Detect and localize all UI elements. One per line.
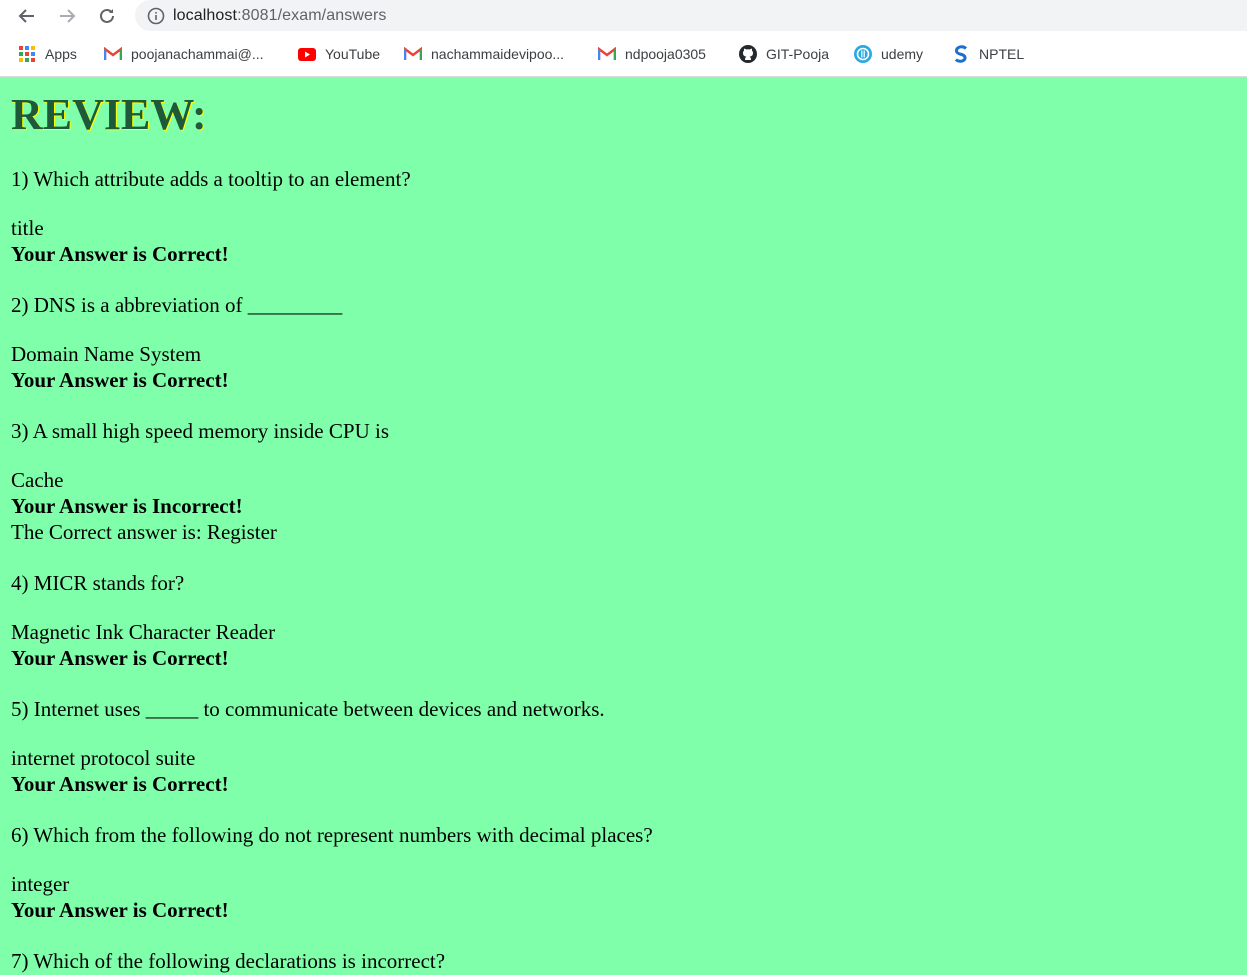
verdict-text: Your Answer is Correct! [11, 368, 229, 392]
forward-button[interactable] [55, 4, 79, 28]
bookmark-nptel[interactable]: NPTEL [952, 45, 1032, 63]
url-host: localhost [173, 6, 238, 24]
bookmark-label: Apps [45, 46, 77, 62]
review-item-2: 2) DNS is a abbreviation of _________ Do… [11, 293, 1236, 393]
apps-grid-icon [18, 45, 36, 63]
verdict-text: Your Answer is Correct! [11, 646, 229, 670]
bookmark-youtube[interactable]: YouTube [298, 45, 404, 63]
reload-button[interactable] [95, 4, 119, 28]
bookmark-label: YouTube [325, 46, 381, 62]
review-item-1: 1) Which attribute adds a tooltip to an … [11, 167, 1236, 267]
review-item-5: 5) Internet uses _____ to communicate be… [11, 697, 1236, 797]
question-text: 3) A small high speed memory inside CPU … [11, 419, 389, 443]
verdict-text: Your Answer is Incorrect! [11, 494, 243, 518]
gmail-icon [404, 45, 422, 63]
question-text: 1) Which attribute adds a tooltip to an … [11, 167, 411, 191]
arrow-left-icon [18, 9, 34, 23]
verdict-text: Your Answer is Correct! [11, 898, 229, 922]
url-path: :8081/exam/answers [237, 6, 387, 24]
user-answer: title [11, 216, 44, 240]
back-button[interactable] [15, 4, 39, 28]
question-text: 7) Which of the following declarations i… [11, 949, 446, 973]
arrow-right-icon [60, 9, 76, 23]
udemy-icon [854, 45, 872, 63]
bookmark-gmail-2[interactable]: nachammaidevipoo... [404, 45, 598, 63]
gmail-icon [104, 45, 122, 63]
user-answer: internet protocol suite [11, 746, 196, 770]
user-answer: Magnetic Ink Character Reader [11, 620, 276, 644]
question-text: 2) DNS is a abbreviation of _________ [11, 293, 343, 317]
nptel-icon [952, 45, 970, 63]
browser-toolbar: localhost:8081/exam/answers [0, 0, 1247, 32]
info-icon[interactable] [147, 7, 165, 25]
review-page: REVIEW: 1) Which attribute adds a toolti… [0, 89, 1247, 973]
bookmark-label: NPTEL [979, 46, 1025, 62]
correct-answer-text: The Correct answer is: Register [11, 520, 277, 544]
page-title: REVIEW: [11, 90, 207, 139]
bookmark-apps[interactable]: Apps [18, 45, 104, 63]
github-icon [739, 45, 757, 63]
gmail-icon [598, 45, 616, 63]
bookmark-label: GIT-Pooja [766, 46, 830, 62]
bookmark-label: udemy [881, 46, 924, 62]
bookmark-label: ndpooja0305 [625, 46, 706, 62]
bookmarks-bar: Apps poojanachammai@... YouTube nachamma… [0, 32, 1247, 77]
bookmark-gmail-1[interactable]: poojanachammai@... [104, 45, 298, 63]
question-text: 4) MICR stands for? [11, 571, 185, 595]
youtube-icon [298, 45, 316, 63]
bookmark-label: poojanachammai@... [131, 46, 264, 62]
question-text: 6) Which from the following do not repre… [11, 823, 653, 847]
browser-chrome: localhost:8081/exam/answers Apps poojana… [0, 0, 1247, 77]
bookmark-gmail-3[interactable]: ndpooja0305 [598, 45, 739, 63]
bookmark-label: nachammaidevipoo... [431, 46, 565, 62]
bookmark-github[interactable]: GIT-Pooja [739, 45, 854, 63]
reload-icon [100, 8, 114, 23]
verdict-text: Your Answer is Correct! [11, 242, 229, 266]
review-item-6: 6) Which from the following do not repre… [11, 823, 1236, 923]
review-item-3: 3) A small high speed memory inside CPU … [11, 419, 1236, 545]
bookmark-udemy[interactable]: udemy [854, 45, 952, 63]
user-answer: Cache [11, 468, 64, 492]
review-item-4: 4) MICR stands for? Magnetic Ink Charact… [11, 571, 1236, 671]
user-answer: integer [11, 872, 70, 896]
review-item-7: 7) Which of the following declarations i… [11, 949, 1236, 973]
url-text[interactable]: localhost:8081/exam/answers [173, 7, 387, 25]
verdict-text: Your Answer is Correct! [11, 772, 229, 796]
address-bar[interactable]: localhost:8081/exam/answers [135, 0, 1247, 31]
question-text: 5) Internet uses _____ to communicate be… [11, 697, 605, 721]
user-answer: Domain Name System [11, 342, 202, 366]
